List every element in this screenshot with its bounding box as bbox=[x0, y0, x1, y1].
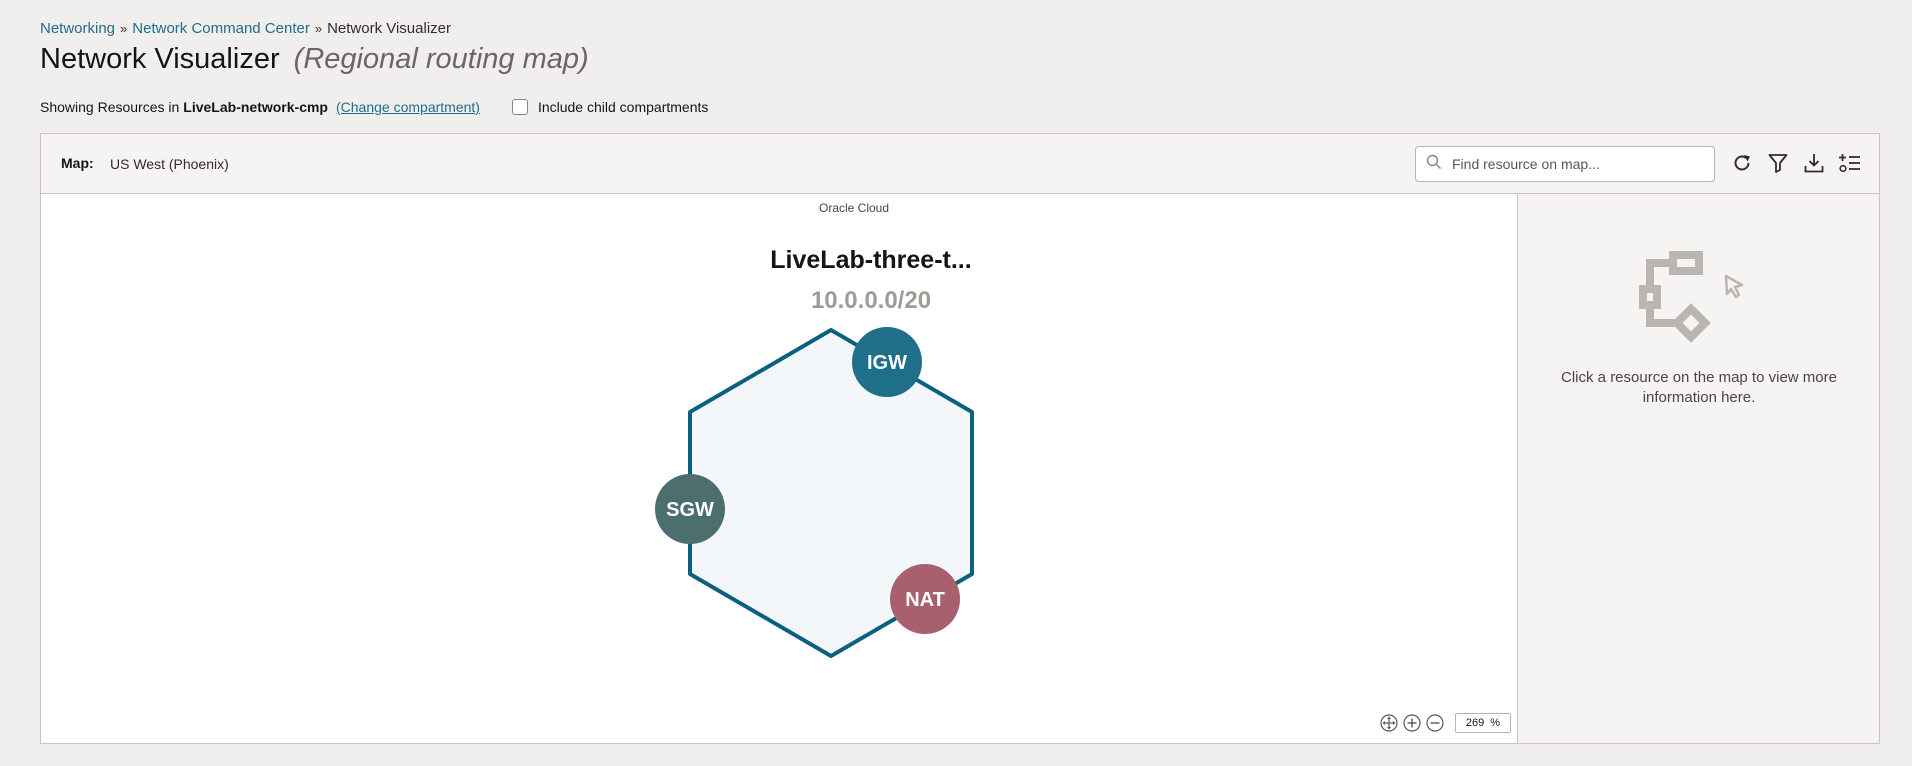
toolbar-icons bbox=[1731, 152, 1861, 174]
compartment-prefix: Showing Resources in bbox=[40, 99, 180, 115]
download-icon[interactable] bbox=[1803, 152, 1825, 174]
zoom-in-icon[interactable] bbox=[1403, 714, 1421, 732]
page-subtitle: (Regional routing map) bbox=[293, 43, 589, 75]
map-search-box[interactable] bbox=[1415, 146, 1715, 182]
zoom-level-value: 269 bbox=[1465, 717, 1485, 729]
include-child-compartments-label[interactable]: Include child compartments bbox=[538, 99, 708, 115]
breadcrumb: Networking » Network Command Center » Networ… bbox=[40, 20, 451, 37]
map-toolbar: Map: US West (Phoenix) bbox=[41, 134, 1879, 194]
map-label: Map: bbox=[61, 155, 94, 171]
map-canvas[interactable]: Oracle Cloud LiveLab-three-t... 10.0.0.0… bbox=[41, 194, 1515, 743]
search-icon bbox=[1426, 154, 1442, 175]
zoom-level-field[interactable]: 269 % bbox=[1455, 713, 1511, 733]
map-search-input[interactable] bbox=[1450, 155, 1700, 173]
details-side-panel: Click a resource on the map to view more… bbox=[1517, 194, 1879, 743]
compartment-name: LiveLab-network-cmp bbox=[183, 99, 328, 115]
breadcrumb-networking[interactable]: Networking bbox=[40, 20, 115, 37]
change-compartment-link[interactable]: (Change compartment) bbox=[336, 99, 480, 115]
compartment-row: Showing Resources in LiveLab-network-cmp… bbox=[40, 99, 708, 115]
side-panel-message: Click a resource on the map to view more… bbox=[1561, 369, 1837, 406]
breadcrumb-network-command-center[interactable]: Network Command Center bbox=[132, 20, 310, 37]
fit-to-view-icon[interactable] bbox=[1380, 714, 1398, 732]
include-child-compartments-checkbox[interactable] bbox=[511, 99, 528, 115]
legend-icon[interactable] bbox=[1839, 152, 1861, 174]
breadcrumb-current: Network Visualizer bbox=[327, 20, 451, 37]
zoom-controls: 269 % bbox=[1380, 713, 1511, 733]
breadcrumb-separator: » bbox=[120, 21, 128, 36]
sgw-label: SGW bbox=[666, 499, 714, 521]
breadcrumb-separator: » bbox=[314, 21, 323, 36]
nat-label: NAT bbox=[905, 589, 945, 611]
refresh-icon[interactable] bbox=[1731, 152, 1753, 174]
map-panel: Map: US West (Phoenix) Oracle Cloud bbox=[40, 133, 1880, 744]
page-title: Network Visualizer (Regional routing map… bbox=[40, 43, 589, 76]
igw-node[interactable]: IGW bbox=[852, 327, 922, 397]
filter-icon[interactable] bbox=[1767, 152, 1789, 174]
sgw-node[interactable]: SGW bbox=[655, 474, 725, 544]
zoom-level-unit: % bbox=[1490, 717, 1501, 729]
map-region: US West (Phoenix) bbox=[110, 156, 229, 172]
zoom-out-icon[interactable] bbox=[1426, 714, 1444, 732]
vcn-graph: IGW SGW NAT bbox=[655, 327, 974, 658]
igw-label: IGW bbox=[867, 352, 907, 374]
network-select-icon bbox=[1639, 251, 1744, 343]
nat-node[interactable]: NAT bbox=[890, 564, 960, 634]
page-title-text: Network Visualizer bbox=[40, 43, 280, 75]
